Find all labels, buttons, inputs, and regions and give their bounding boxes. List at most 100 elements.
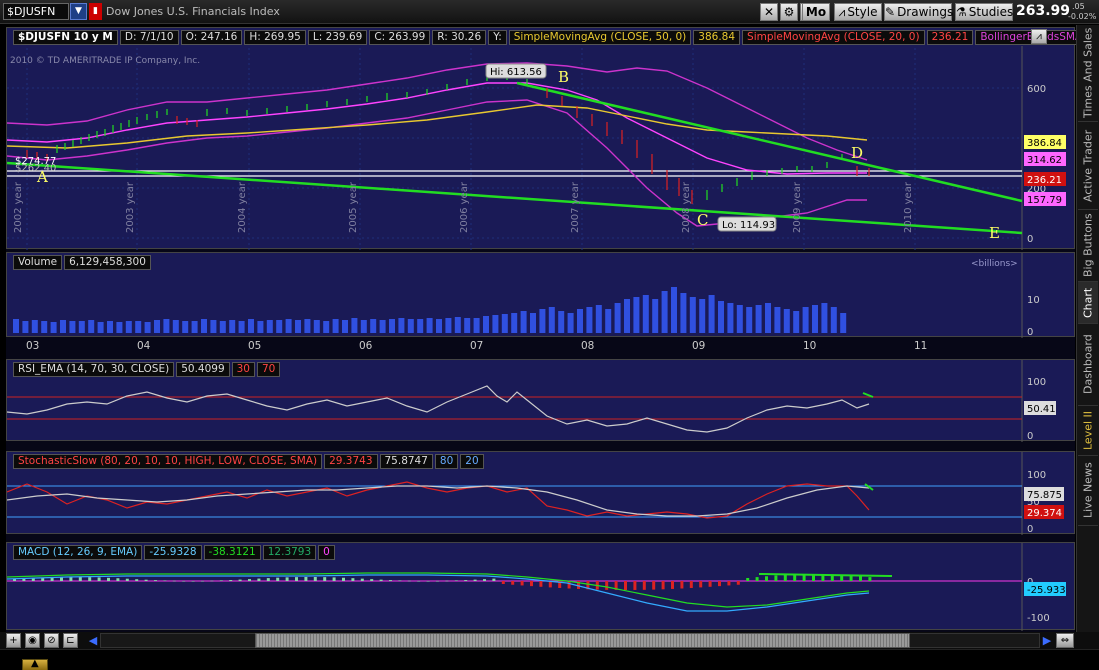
macd-histogram-bar [426,581,430,582]
volume-bars [13,287,847,333]
volume-chart-svg: <billions> 10 0 [13,253,1040,338]
macd-histogram-bar [492,578,496,581]
macd-histogram-bar [624,581,627,590]
scroll-left-button[interactable]: ◀ [88,633,98,648]
volume-panel[interactable]: Volume 6,129,458,300 <billions> 10 0 [6,252,1075,338]
price-panel[interactable]: $DJUSFN 10 y M D: 7/1/10 O: 247.16 H: 26… [6,27,1099,250]
rsi-value-tag-text: 50.41 [1027,404,1056,415]
last-price: 263.99 [1016,3,1071,19]
volume-bar [304,319,311,333]
rsi-panel[interactable]: RSI_EMA (14, 70, 30, CLOSE) 50.4099 30 7… [6,359,1075,442]
expand-time-axis-button[interactable]: ⇔ [1056,633,1074,648]
volume-bar [426,318,433,333]
volume-bar [436,319,442,333]
time-axis-label-07: 07 [470,340,484,352]
tab-active-trader[interactable]: Active Trader [1078,122,1098,210]
macd-histogram-bar [107,577,110,581]
macd-panel[interactable]: MACD (12, 26, 9, EMA) -25.9328 -38.3121 … [6,542,1075,631]
volume-bar [116,322,123,333]
macd-histogram-bar [727,581,731,586]
symbol-input[interactable]: $DJUSFN [3,3,69,20]
tab-level-ii[interactable]: Level II [1078,406,1098,456]
volume-bar [125,321,132,333]
price-tag-bb-lower-text: 157.79 [1027,195,1062,206]
volume-bar [699,299,706,333]
volume-bar [97,322,104,333]
macd-histogram-bar [238,579,242,581]
stochastic-k-tag-text: 29.374 [1027,508,1062,519]
scroll-right-button[interactable]: ▶ [1042,633,1052,648]
net-change: .05 [1072,2,1085,11]
stochastic-panel[interactable]: StochasticSlow (80, 20, 10, 10, HIGH, LO… [6,451,1075,535]
macd-axis-tick-minus-100: -100 [1027,613,1050,624]
scroll-thumb[interactable] [255,633,910,648]
macd-histogram-bar [699,581,703,588]
aggregation-period-button[interactable]: Mo [802,3,830,21]
expand-panel-button[interactable]: ▲ [22,658,48,670]
macd-histogram-bar [539,581,543,587]
tab-live-news[interactable]: Live News [1078,456,1098,526]
zoom-out-button[interactable]: ◉ [25,633,40,648]
alert-flag-icon[interactable]: ▮ [89,3,102,20]
volume-bar [22,321,29,333]
studies-button[interactable]: ⚗ Studies [955,3,1013,21]
volume-bar [172,320,179,333]
stochastic-axis-tick-100: 100 [1027,470,1046,481]
arrow-right-icon: ▶ [1042,634,1052,647]
year-label-2008: 2008 year [681,181,692,233]
time-axis-label-04: 04 [137,340,151,352]
macd-histogram-bar [370,579,374,581]
macd-histogram-bar [530,581,533,587]
style-button[interactable]: ⩘ Style [834,3,882,21]
volume-bar [50,322,57,333]
price-tag-sma20-text: 236.21 [1027,175,1062,186]
macd-histogram-bar [323,577,327,581]
macd-histogram-bar [69,577,73,581]
drawings-button[interactable]: ✎ Drawings [884,3,953,21]
macd-histogram-bar [417,580,421,582]
drawing-cursor-button[interactable]: ⊏ [63,633,78,648]
copyright-text: 2010 © TD AMERITRADE IP Company, Inc. [10,56,200,66]
stochastic-d-tag-text: 75.875 [1027,490,1062,501]
volume-bar [633,297,640,333]
tab-times-and-sales[interactable]: Times And Sales [1078,25,1098,122]
annotation-a: A [36,168,48,186]
macd-histogram-bar [172,580,176,582]
volume-bar [605,309,612,333]
volume-bar [163,319,170,333]
volume-bar [154,320,160,333]
volume-bar [492,315,499,333]
rsi-axis-tick-0: 0 [1027,431,1033,442]
low-callout-text: Lo: 114.93 [722,220,775,231]
tab-dashboard[interactable]: Dashboard [1078,324,1098,406]
volume-bar [530,313,536,333]
zoom-reset-button[interactable]: ⊘ [44,633,59,648]
macd-histogram-bar [689,581,693,588]
volume-bar [351,318,358,333]
volume-bar [501,314,508,333]
tab-big-buttons[interactable]: Big Buttons [1078,210,1098,282]
year-label-2005: 2005 year [348,181,359,233]
rsi-axis-tick-100: 100 [1027,377,1046,388]
symbol-dropdown-button[interactable]: ▼ [70,3,87,20]
zoom-out-icon: ◉ [28,635,37,646]
chart-area: $DJUSFN 10 y M D: 7/1/10 O: 247.16 H: 26… [6,27,1099,632]
macd-histogram-bar [154,580,157,581]
tab-chart[interactable]: Chart [1078,282,1098,324]
macd-histogram-bar [78,577,82,581]
volume-bar [191,321,198,333]
macd-histogram-bar [257,578,261,581]
chevron-down-icon: ▼ [75,6,82,16]
settings-tool-button[interactable]: ⚙ [780,3,798,21]
year-label-2009: 2009 year [792,181,803,233]
wrench-icon: ⚙ [783,5,795,19]
macd-histogram-bar [661,581,665,590]
macd-chart-svg: 0 -100 -25.933 [7,543,1066,631]
volume-bar [135,321,142,333]
macd-histogram-bar [454,580,458,581]
macd-histogram-bar [483,579,486,581]
zoom-in-button[interactable]: + [6,633,21,648]
macd-histogram-bar [652,581,656,590]
crosshair-tool-button[interactable]: ✕ [760,3,778,21]
macd-histogram-bar [708,581,712,587]
